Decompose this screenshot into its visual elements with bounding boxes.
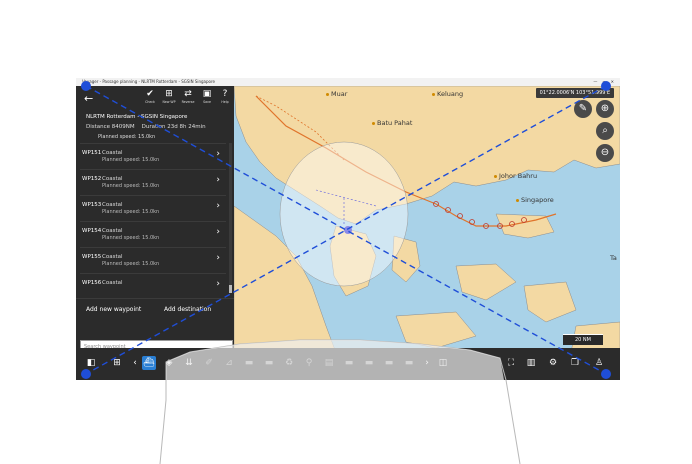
coordinate-readout: 01°22.0006'N 103°51.999'E (535, 88, 614, 98)
measure-icon[interactable]: ✐ (202, 356, 216, 370)
waypoint-row[interactable]: WP154 Coastal Planned speed: 15.0kn › (80, 221, 226, 243)
back-arrow-icon[interactable]: ← (84, 92, 93, 105)
waypoint-row[interactable]: WP156 Coastal › (80, 273, 226, 295)
swap-icon: ⇄ (184, 89, 192, 99)
waypoint-row[interactable]: WP155 Coastal Planned speed: 15.0kn › (80, 247, 226, 269)
map-label-ta: Ta (610, 254, 617, 262)
person-icon[interactable]: ♙ (592, 356, 606, 370)
stack-layers-icon[interactable]: ◈ (162, 356, 176, 370)
fullscreen-icon[interactable]: ⛶ (504, 356, 518, 370)
tool-icon-5[interactable]: ▬ (382, 356, 396, 370)
scale-bar: 20 NM (563, 334, 603, 345)
map-label-singapore: Singapore (516, 196, 554, 204)
help-icon: ? (222, 89, 228, 99)
app-window: Voyager - Passage planning - NLRTM Rotte… (76, 78, 620, 380)
chevron-right-icon: › (216, 201, 220, 211)
chevron-right-icon: › (216, 279, 220, 289)
add-waypoint-button[interactable]: Add new waypoint (86, 306, 141, 313)
route-duration: Duration 23d 8h 24min (141, 124, 206, 130)
scrollbar-thumb[interactable] (229, 285, 232, 293)
chart-icon[interactable]: ⊿ (222, 356, 236, 370)
title-bar: Voyager - Passage planning - NLRTM Rotte… (76, 78, 620, 86)
route-name: NLRTM Rotterdam - SGSIN Singapore (86, 114, 188, 120)
check-button[interactable]: ✔ Check (142, 89, 158, 104)
zoom-in-button[interactable]: ⊕ (596, 100, 614, 118)
edit-pencil-button[interactable]: ✎ (574, 100, 592, 118)
chevron-right-icon: › (216, 253, 220, 263)
add-destination-button[interactable]: Add destination (164, 306, 211, 313)
split-view-icon[interactable]: ◫ (436, 356, 450, 370)
waypoint-row[interactable]: WP151 Coastal Planned speed: 15.0kn › (80, 143, 226, 165)
chevron-right-icon: › (216, 227, 220, 237)
tool-icon-4[interactable]: ▬ (362, 356, 376, 370)
tool-icon-2[interactable]: ▬ (262, 356, 276, 370)
chevron-left-icon[interactable]: ‹ (128, 356, 142, 370)
zoom-out-button[interactable]: ⊖ (596, 144, 614, 162)
waypoint-scrollbar[interactable] (229, 143, 232, 293)
search-map-button[interactable]: ⌕ (596, 122, 614, 140)
tool-icon-6[interactable]: ▬ (402, 356, 416, 370)
layers-toggle-icon[interactable]: ◧ (84, 356, 98, 370)
map-label-batu-pahat: Batu Pahat (372, 119, 412, 127)
tool-icon-1[interactable]: ▬ (242, 356, 256, 370)
panel-toolbar: ← ✔ Check ⊞ New WP ⇄ Reverse ▣ Save ? Help (76, 86, 234, 112)
map-label-johor-bahru: Johor Bahru (494, 172, 537, 180)
chevron-right-icon[interactable]: › (420, 356, 434, 370)
recycle-icon[interactable]: ♻ (282, 356, 296, 370)
waypoint-row[interactable]: WP153 Coastal Planned speed: 15.0kn › (80, 195, 226, 217)
weather-icon[interactable]: ⇊ (182, 356, 196, 370)
pin-icon[interactable]: ⚲ (302, 356, 316, 370)
route-stats: Distance 8409NM Duration 23d 8h 24min (86, 124, 206, 130)
waypoint-list: WP151 Coastal Planned speed: 15.0kn › WP… (80, 143, 226, 299)
document-icon[interactable]: ▤ (322, 356, 336, 370)
passage-planning-panel: ← ✔ Check ⊞ New WP ⇄ Reverse ▣ Save ? Help NL… (76, 86, 234, 380)
book-icon[interactable]: ▥ (524, 356, 538, 370)
window-title: Voyager - Passage planning - NLRTM Rotte… (82, 79, 216, 84)
windows-icon[interactable]: ❐ (568, 356, 582, 370)
chevron-right-icon: › (216, 149, 220, 159)
check-icon: ✔ (146, 89, 154, 99)
waypoint-row[interactable]: WP152 Coastal Planned speed: 15.0kn › (80, 169, 226, 191)
bottom-toolbar: ◧ ⊞ ‹ ⛴ ◈ ⇊ ✐ ⊿ ▬ ▬ ♻ ⚲ ▤ ▬ ▬ ▬ ▬ › ◫ ⛶ … (76, 348, 620, 380)
plus-icon: ⊞ (165, 89, 173, 99)
gear-icon[interactable]: ⚙ (546, 356, 560, 370)
ship-route-icon[interactable]: ⛴ (142, 356, 156, 370)
grid-menu-icon[interactable]: ⊞ (110, 356, 124, 370)
waypoint-partial-speed: Planned speed: 15.0kn (98, 134, 156, 140)
tool-icon-3[interactable]: ▬ (342, 356, 356, 370)
new-waypoint-button[interactable]: ⊞ New WP (161, 89, 177, 104)
add-actions: Add new waypoint Add destination (76, 298, 234, 321)
route-distance: Distance 8409NM (86, 124, 135, 130)
save-button[interactable]: ▣ Save (199, 89, 215, 104)
ship-position (344, 226, 352, 234)
reverse-button[interactable]: ⇄ Reverse (180, 89, 196, 104)
window-controls[interactable]: — ▫ ✕ (593, 78, 616, 86)
map-label-muar: Muar (326, 90, 347, 98)
help-button[interactable]: ? Help (217, 89, 233, 104)
save-icon: ▣ (202, 89, 212, 99)
map-label-keluang: Keluang (432, 90, 463, 98)
chevron-right-icon: › (216, 175, 220, 185)
